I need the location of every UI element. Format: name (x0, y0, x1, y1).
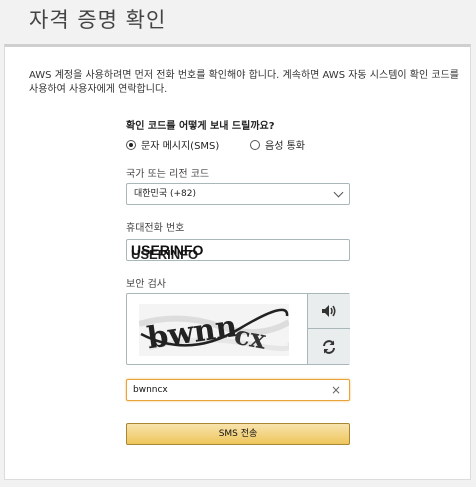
intro-text: AWS 계정을 사용하려면 먼저 전화 번호를 확인해야 합니다. 계속하면 A… (29, 70, 459, 95)
send-sms-button[interactable]: SMS 전송 (126, 423, 350, 445)
refresh-captcha-button[interactable] (307, 329, 350, 364)
security-label: 보안 검사 (126, 279, 166, 290)
phone-input[interactable]: USERINFO USERINFO (126, 239, 350, 262)
captcha-input[interactable]: bwnncx × (126, 379, 350, 401)
refresh-icon (323, 339, 335, 354)
verification-card: AWS 계정을 사용하려면 먼저 전화 번호를 확인해야 합니다. 계속하면 A… (4, 44, 471, 480)
clear-icon[interactable]: × (331, 380, 341, 400)
speaker-icon (322, 305, 336, 317)
captcha-frame: bwnn cx (126, 293, 350, 365)
country-select-value: 대한민국 (+82) (134, 189, 196, 199)
radio-sms-label: 문자 메시지(SMS) (141, 141, 220, 152)
captcha-image: bwnn cx (138, 304, 294, 356)
radio-sms-indicator[interactable] (126, 139, 136, 150)
page: 자격 증명 확인 AWS 계정을 사용하려면 먼저 전화 번호를 확인해야 합니… (0, 0, 476, 487)
phone-label: 휴대전화 번호 (126, 223, 185, 234)
radio-voice-indicator[interactable] (250, 139, 260, 150)
radio-sms[interactable]: 문자 메시지(SMS) (126, 137, 219, 152)
svg-text:cx: cx (232, 321, 269, 356)
page-title: 자격 증명 확인 (29, 8, 167, 32)
country-label: 국가 또는 리전 코드 (126, 169, 210, 180)
radio-voice[interactable]: 음성 통화 (250, 137, 305, 152)
chevron-down-icon (333, 187, 344, 198)
phone-overlay: USERINFO (131, 242, 204, 258)
captcha-graphic: bwnn cx (138, 304, 294, 356)
radio-voice-label: 음성 통화 (265, 141, 305, 152)
country-select[interactable]: 대한민국 (+82) (126, 183, 350, 205)
audio-captcha-button[interactable] (307, 294, 350, 329)
contact-method-question: 확인 코드를 어떻게 보내 드릴까요? (126, 121, 275, 132)
captcha-input-value: bwnncx (133, 385, 168, 395)
